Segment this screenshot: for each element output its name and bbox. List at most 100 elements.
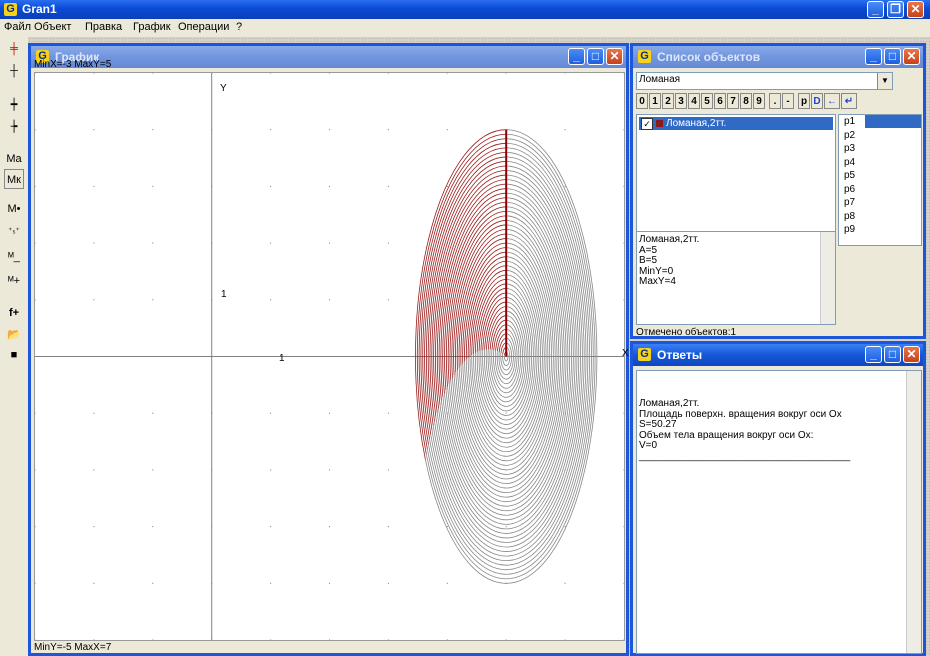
numpad-button-9[interactable]: 9 <box>753 93 765 109</box>
crosshair-icon[interactable]: ┼ <box>4 61 24 81</box>
grid-dot <box>623 72 625 74</box>
answers-window-title-bar[interactable]: G Ответы _ □ ✕ <box>633 344 923 366</box>
menu-graph[interactable]: График <box>133 21 171 33</box>
tree-item[interactable]: ✓ Ломаная,2тт. <box>639 117 833 130</box>
param-row[interactable]: p5 <box>839 169 921 182</box>
param-row[interactable]: p3 <box>839 142 921 155</box>
param-row[interactable]: p9 <box>839 223 921 236</box>
numpad-button-3[interactable]: 3 <box>675 93 687 109</box>
app-restore-button[interactable]: ❐ <box>887 1 904 18</box>
status-text: Отмечено объектов:1 <box>636 327 737 338</box>
menu-edit[interactable]: Правка <box>85 21 122 33</box>
chevron-down-icon[interactable]: ▼ <box>877 73 892 89</box>
app-minimize-button[interactable]: _ <box>867 1 884 18</box>
menu-bar: Файл Объект Правка График Операции ? <box>0 19 930 37</box>
answers-minimize-button[interactable]: _ <box>865 346 882 363</box>
checkbox-checked-icon[interactable]: ✓ <box>641 118 653 130</box>
numpad-row: 0 1 2 3 4 5 6 7 8 9. - p D ← ↵ <box>636 93 886 109</box>
info-line: MaxY=4 <box>639 276 676 287</box>
numpad-button-8[interactable]: 8 <box>740 93 752 109</box>
param-label: p2 <box>844 129 856 141</box>
objects-maximize-button[interactable]: □ <box>884 48 901 65</box>
menu-help[interactable]: ? <box>236 21 242 33</box>
answers-maximize-button[interactable]: □ <box>884 346 901 363</box>
numpad-button-12[interactable]: p <box>798 93 810 109</box>
objects-minimize-button[interactable]: _ <box>865 48 882 65</box>
grid-dot <box>446 582 448 584</box>
app-close-button[interactable]: ✕ <box>907 1 924 18</box>
grid-dot <box>387 526 389 528</box>
numpad-button-7[interactable]: 7 <box>727 93 739 109</box>
param-row[interactable]: p8 <box>839 210 921 223</box>
graph-close-button[interactable]: ✕ <box>606 48 623 65</box>
numpad-button-5[interactable]: 5 <box>701 93 713 109</box>
graph-maximize-button[interactable]: □ <box>587 48 604 65</box>
answer-line: Объем тела вращения вокруг оси Ox: <box>639 429 814 441</box>
objects-close-button[interactable]: ✕ <box>903 48 920 65</box>
objects-window-title-bar[interactable]: G Список объектов _ □ ✕ <box>633 46 923 68</box>
object-type-dropdown[interactable]: Ломаная ▼ <box>636 72 893 90</box>
scale-grid-icon[interactable]: ⁺₅⁺ <box>4 221 24 241</box>
zoom-in-icon[interactable]: ᴹ+ <box>4 271 24 291</box>
numpad-button-0[interactable]: 0 <box>636 93 648 109</box>
color-swatch-icon <box>656 120 663 127</box>
grid-dot <box>623 129 625 131</box>
numpad-button-14[interactable]: ← <box>824 93 840 109</box>
answers-text-area[interactable]: Ломаная,2тт. Площадь поверхн. вращения во… <box>636 370 922 654</box>
param-row[interactable]: p7 <box>839 196 921 209</box>
info-line: B=5 <box>639 255 658 266</box>
grid-dot <box>387 469 389 471</box>
answer-line: Площадь поверхн. вращения вокруг оси Ox <box>639 408 842 420</box>
axis-move-icon[interactable]: ┾ <box>4 117 24 137</box>
numpad-button-2[interactable]: 2 <box>662 93 674 109</box>
graph-minimize-button[interactable]: _ <box>568 48 585 65</box>
objects-window: G Список объектов _ □ ✕ Ломаная ▼ 012345… <box>630 43 926 339</box>
grid-dot <box>329 582 330 584</box>
param-row[interactable]: p6 <box>839 183 921 196</box>
scale-a-icon[interactable]: Mа <box>4 149 24 169</box>
grid-dot <box>446 72 448 74</box>
add-point-red-icon[interactable]: ╪ <box>4 39 24 59</box>
answers-window-icon: G <box>638 348 651 361</box>
axis-origin-icon[interactable]: ┿ <box>4 95 24 115</box>
grid-dot <box>387 299 389 301</box>
function-add-icon[interactable]: f+ <box>4 303 24 323</box>
info-line: Ломаная,2тт. <box>639 234 700 245</box>
param-value-selected[interactable] <box>865 115 921 128</box>
info-scrollbar[interactable] <box>820 232 835 324</box>
answers-close-button[interactable]: ✕ <box>903 346 920 363</box>
scale-point-icon[interactable]: M• <box>4 199 24 219</box>
param-row[interactable]: p4 <box>839 156 921 169</box>
numpad-button-1[interactable]: 1 <box>649 93 661 109</box>
grid-dot <box>446 129 448 131</box>
grid-dot <box>34 582 36 584</box>
grid-dot <box>564 582 566 584</box>
grid-dot <box>329 242 330 244</box>
numpad-button-11[interactable]: - <box>782 93 794 109</box>
numpad-button-6[interactable]: 6 <box>714 93 726 109</box>
menu-operations[interactable]: Операции <box>178 21 229 33</box>
grid-dot <box>387 185 389 187</box>
graph-canvas[interactable]: Y X 1 1 <box>34 72 629 641</box>
grid-dot <box>329 129 330 131</box>
numpad-button-10[interactable]: . <box>769 93 781 109</box>
numpad-button-4[interactable]: 4 <box>688 93 700 109</box>
grid-dot <box>34 639 36 641</box>
param-label: p3 <box>844 143 856 154</box>
answers-scrollbar[interactable] <box>906 371 921 653</box>
scale-k-icon[interactable]: Mк <box>4 169 24 189</box>
zoom-out-icon[interactable]: ᴹ_ <box>4 247 24 267</box>
grid-dot <box>152 469 154 471</box>
save-disk-icon[interactable]: ■ <box>4 345 24 365</box>
numpad-button-13[interactable]: D <box>811 93 823 109</box>
numpad-button-15[interactable]: ↵ <box>841 93 857 109</box>
axis-y-label: Y <box>220 83 227 94</box>
menu-file[interactable]: Файл <box>4 21 31 33</box>
param-row[interactable]: p2 <box>839 129 921 142</box>
grid-dot <box>152 242 154 244</box>
graph-window-title-bar[interactable]: G График _ □ ✕ <box>31 46 626 68</box>
front-ring-arc <box>462 247 507 364</box>
open-folder-icon[interactable]: 📂 <box>4 325 24 345</box>
param-row[interactable]: p1 <box>839 115 921 128</box>
menu-object[interactable]: Объект <box>34 21 71 33</box>
